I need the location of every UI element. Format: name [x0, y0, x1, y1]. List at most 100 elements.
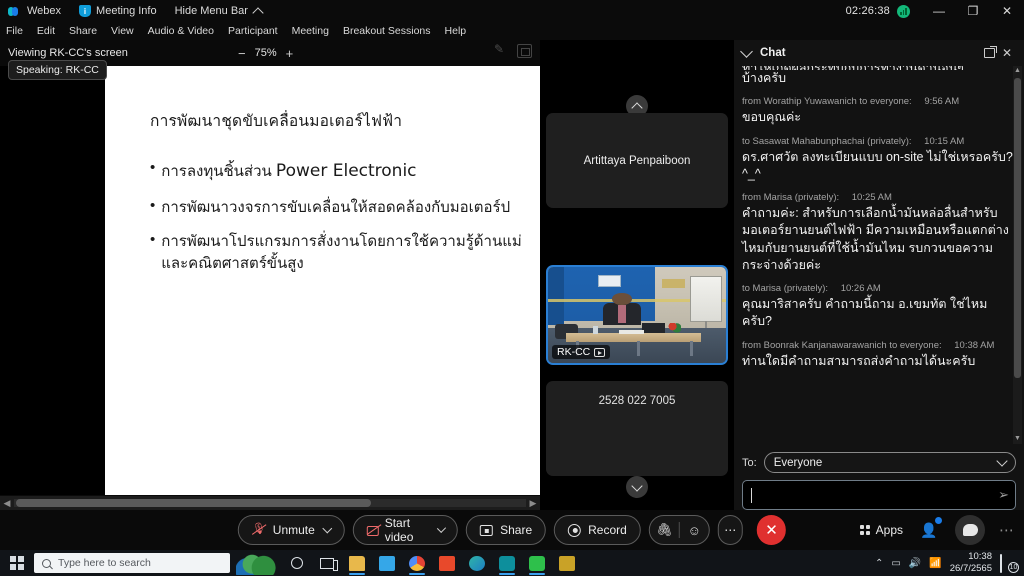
chrome-button[interactable]	[402, 550, 432, 576]
windows-logo-icon	[10, 556, 24, 570]
scroll-right-icon[interactable]: ▶	[526, 498, 540, 509]
menu-item-breakout-sessions[interactable]: Breakout Sessions	[343, 25, 431, 37]
start-button[interactable]	[0, 556, 34, 570]
windows-taskbar: Type here to search ⌃ ▭ 🔊 📶 10:38 26/7/2…	[0, 550, 1024, 576]
hscroll-track[interactable]	[14, 499, 526, 507]
chat-recipient-row: To: Everyone	[742, 452, 1016, 473]
chat-message: from Worathip Yuwawanich to everyone: 9:…	[742, 96, 1014, 126]
end-meeting-button[interactable]: ✕	[756, 515, 787, 545]
send-icon[interactable]: ➢	[998, 487, 1009, 503]
shared-content-hscrollbar[interactable]: ◀ ▶	[0, 496, 540, 510]
menu-item-audio-video[interactable]: Audio & Video	[148, 25, 214, 37]
tray-overflow-icon[interactable]: ⌃	[875, 558, 883, 569]
start-video-button[interactable]: Start video	[352, 515, 459, 545]
shared-slide: การพัฒนาชุดขับเคลื่อนมอเตอร์ไฟฟ้า • การล…	[105, 66, 540, 495]
popout-button[interactable]	[980, 44, 998, 62]
webex-meeting-window: Webex i Meeting Info Hide Menu Bar 02:26…	[0, 0, 1024, 576]
network-tray-icon[interactable]: 📶	[929, 558, 941, 569]
line-green-button[interactable]	[522, 550, 552, 576]
chat-scroll-up-icon[interactable]: ▲	[1013, 66, 1022, 76]
taskbar-search-input[interactable]: Type here to search	[34, 553, 230, 573]
meeting-info-button[interactable]: i Meeting Info	[79, 5, 157, 17]
video-tile-artittaya[interactable]: Artittaya Penpaiboon	[546, 113, 728, 208]
taskbar-clock[interactable]: 10:38 26/7/2565	[950, 551, 992, 574]
menu-item-file[interactable]: File	[6, 25, 23, 37]
line-app-button[interactable]	[372, 550, 402, 576]
share-button[interactable]: Share	[466, 515, 547, 545]
apps-grid-icon	[859, 525, 870, 535]
hide-menu-bar-button[interactable]: Hide Menu Bar	[175, 5, 264, 19]
more-options-label: ⋯	[724, 523, 737, 537]
camera-off-icon	[366, 523, 379, 537]
chat-message: ทำให้เกิดผลกระทบกับการทำงานด้านอื่นๆ บ้า…	[742, 66, 1014, 87]
clock-time: 10:38	[968, 551, 992, 563]
notification-count: 10	[1008, 562, 1019, 573]
chat-message-meta: from Boonrak Kanjanawarawanich to everyo…	[742, 340, 1014, 351]
menu-item-help[interactable]: Help	[445, 25, 467, 37]
scroll-left-icon[interactable]: ◀	[0, 498, 14, 509]
menu-item-participant[interactable]: Participant	[228, 25, 278, 37]
chat-message-text: คำถามค่ะ: สำหรับการเลือกน้ำมันหล่อลื่นสำ…	[742, 206, 1009, 272]
unmute-button[interactable]: Unmute	[237, 515, 345, 545]
participants-button[interactable]: 👤	[917, 517, 942, 542]
task-view-button[interactable]	[312, 550, 342, 576]
video-tile-meeting-number[interactable]: 2528 022 7005	[546, 381, 728, 476]
meeting-info-label: Meeting Info	[96, 5, 157, 17]
chat-scroll-down-icon[interactable]: ▼	[1013, 434, 1022, 444]
webex-taskbar-button[interactable]	[492, 550, 522, 576]
zoom-out-button[interactable]: −	[238, 46, 246, 61]
chevron-down-icon[interactable]	[740, 45, 753, 58]
fit-screen-icon[interactable]	[517, 44, 532, 58]
more-options-button[interactable]: ⋯	[717, 515, 743, 545]
menu-item-edit[interactable]: Edit	[37, 25, 55, 37]
shield-info-icon: i	[79, 5, 92, 17]
chat-message-meta: from Marisa (privately): 10:25 AM	[742, 192, 1014, 203]
chat-message-sender: to Marisa (privately):	[742, 283, 829, 294]
chat-toggle-button[interactable]	[955, 515, 985, 545]
chevron-down-icon	[631, 479, 643, 492]
apps-button[interactable]: Apps	[859, 523, 903, 537]
chevron-down-icon[interactable]	[322, 523, 333, 534]
menu-item-view[interactable]: View	[111, 25, 134, 37]
menu-item-share[interactable]: Share	[69, 25, 97, 37]
annotate-icon[interactable]	[493, 42, 508, 58]
close-chat-button[interactable]: ✕	[998, 44, 1016, 62]
attach-button[interactable]: 🖇	[650, 522, 679, 538]
message-input[interactable]: ➢	[742, 480, 1016, 510]
volume-icon[interactable]: 🔊	[909, 558, 921, 569]
misc-app-button[interactable]	[552, 550, 582, 576]
window-controls: 02:26:38 — ❐ ✕	[846, 0, 1024, 22]
webex-taskbar-icon	[499, 555, 515, 571]
minimize-button[interactable]: —	[922, 0, 956, 22]
cortana-button[interactable]	[282, 550, 312, 576]
edge-button[interactable]	[462, 550, 492, 576]
chat-panel-header: Chat ✕	[734, 40, 1024, 66]
record-button[interactable]: Record	[554, 515, 641, 545]
chat-message-text: บ้างครับ	[742, 71, 787, 85]
network-status-icon[interactable]	[897, 4, 910, 18]
chat-message-text: ขอบคุณค่ะ	[742, 110, 802, 125]
chevron-down-icon[interactable]	[436, 524, 446, 533]
app-title: Webex	[27, 5, 62, 17]
maximize-button[interactable]: ❐	[956, 0, 990, 22]
video-tile-rk-cc[interactable]: RK-CC	[546, 265, 728, 365]
chat-message-list[interactable]: ทำให้เกิดผลกระทบกับการทำงานด้านอื่นๆ บ้า…	[734, 66, 1024, 444]
chat-scrollbar[interactable]: ▲ ▼	[1013, 66, 1022, 444]
more-panels-button[interactable]: ⋯	[999, 521, 1014, 539]
hscroll-thumb[interactable]	[16, 499, 371, 507]
chat-scroll-thumb[interactable]	[1014, 78, 1021, 378]
notifications-button[interactable]: 10	[1000, 554, 1019, 573]
scroll-down-button[interactable]	[626, 476, 648, 498]
menu-item-meeting[interactable]: Meeting	[292, 25, 329, 37]
weather-widget-icon[interactable]	[236, 551, 282, 575]
video-tile-label: RK-CC	[552, 345, 611, 359]
zoom-in-button[interactable]: +	[286, 46, 294, 61]
close-window-button[interactable]: ✕	[990, 0, 1024, 22]
reactions-button[interactable]: ☺	[680, 523, 709, 538]
video-strip: Artittaya Penpaiboon RK-CC 2528 022 7005	[540, 40, 734, 510]
battery-icon[interactable]: ▭	[891, 558, 900, 569]
recipient-select[interactable]: Everyone	[763, 452, 1016, 473]
office-button[interactable]	[432, 550, 462, 576]
file-explorer-button[interactable]	[342, 550, 372, 576]
to-label: To:	[742, 456, 757, 469]
